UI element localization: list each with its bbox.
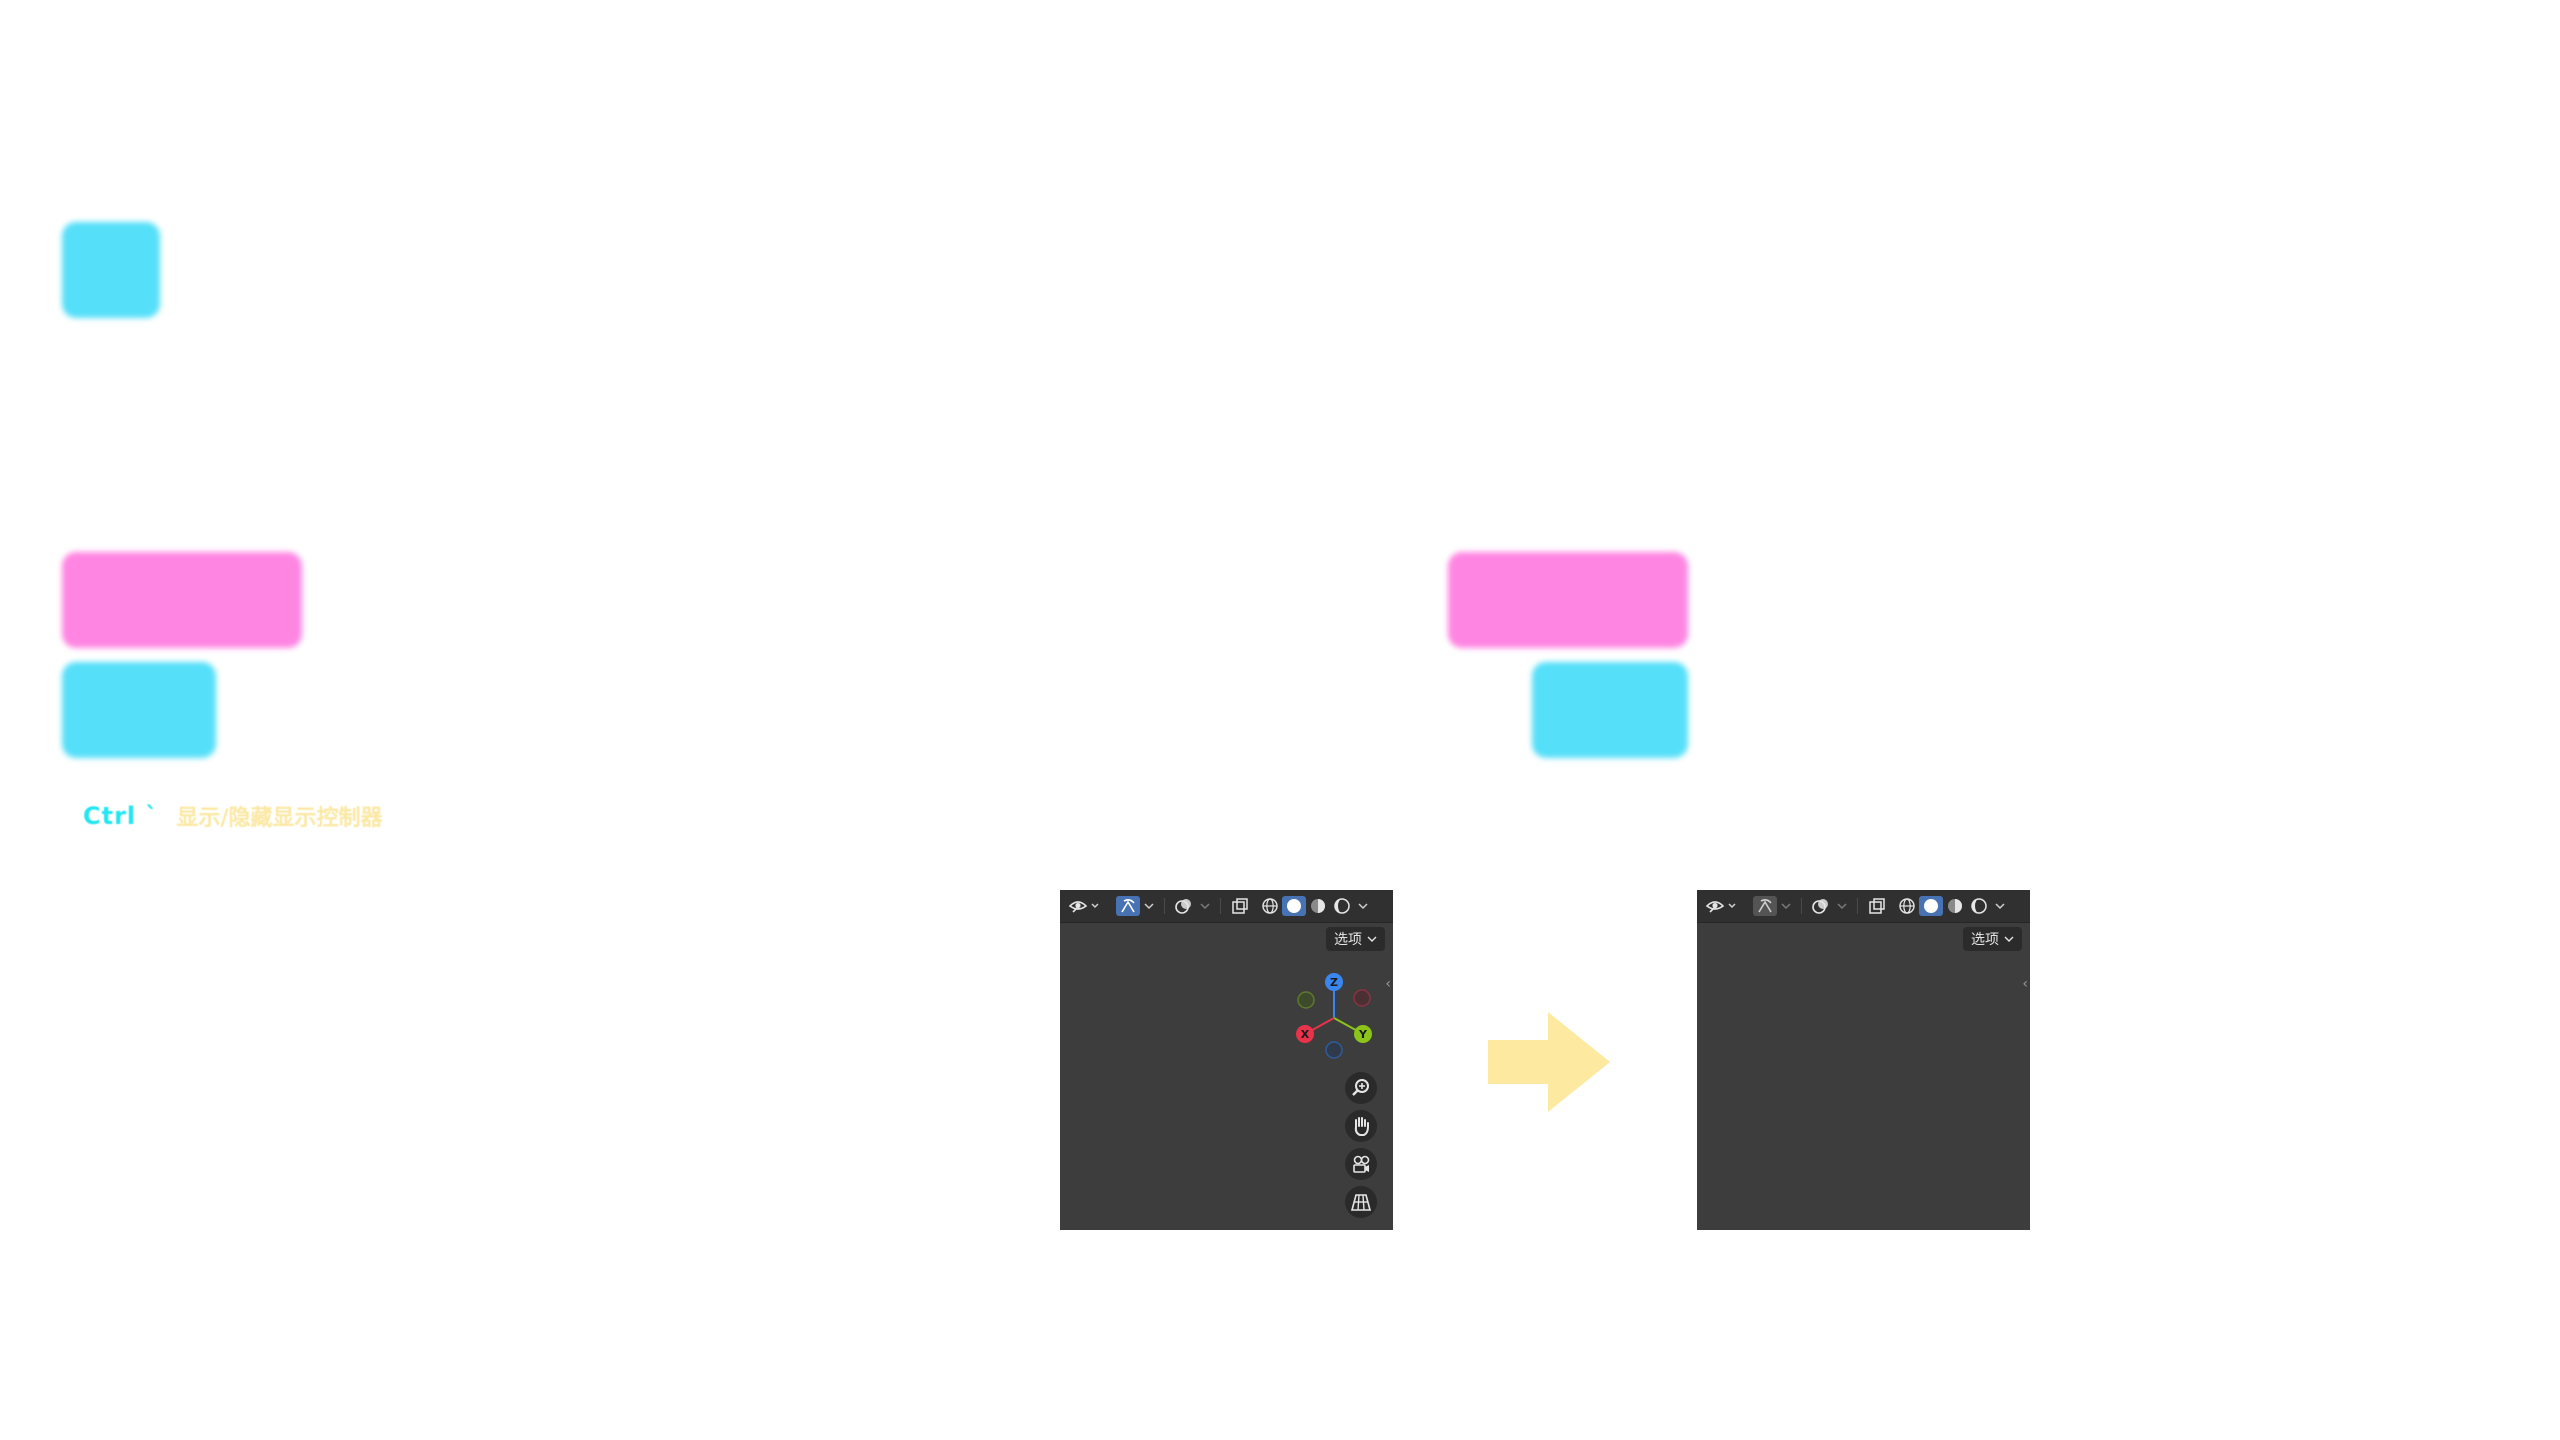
header-separator	[1857, 898, 1858, 914]
header-separator	[1220, 898, 1221, 914]
chevron-down-icon	[1367, 931, 1377, 947]
sidebar-toggle-chevron-icon[interactable]: ‹	[1385, 976, 1391, 992]
shading-material-icon[interactable]	[1306, 896, 1330, 916]
xray-toggle-icon[interactable]	[1865, 896, 1889, 916]
gizmo-toggle-icon[interactable]	[1116, 896, 1140, 916]
header-separator	[1801, 898, 1802, 914]
navigation-gizmo[interactable]: Z Y X	[1288, 972, 1380, 1064]
y-axis-label: Y	[1358, 1028, 1368, 1041]
shading-material-icon[interactable]	[1943, 896, 1967, 916]
gizmo-toggle-icon[interactable]	[1753, 896, 1777, 916]
xray-toggle-icon[interactable]	[1228, 896, 1252, 916]
transition-arrow-icon	[1488, 1012, 1610, 1112]
options-dropdown[interactable]: 选项	[1963, 927, 2022, 951]
shading-rendered-icon[interactable]	[1967, 896, 1991, 916]
options-dropdown[interactable]: 选项	[1326, 927, 1385, 951]
shading-solid-icon[interactable]	[1282, 896, 1306, 916]
neg-x-axis-handle	[1353, 989, 1371, 1007]
cyan-block-top	[62, 222, 160, 318]
header-separator	[1164, 898, 1165, 914]
sidebar-toggle-chevron-icon[interactable]: ‹	[2022, 976, 2028, 992]
zoom-icon[interactable]	[1345, 1072, 1377, 1104]
shading-dropdown-chevron-icon[interactable]	[1356, 896, 1370, 916]
viewport-before: 选项 ‹ Z Y X	[1060, 890, 1393, 1230]
pink-block-left	[62, 552, 302, 648]
overlay-dropdown-chevron-icon[interactable]	[1835, 896, 1849, 916]
z-axis-label: Z	[1330, 976, 1338, 989]
gizmo-dropdown-chevron-icon[interactable]	[1142, 896, 1156, 916]
camera-icon[interactable]	[1345, 1148, 1377, 1180]
cyan-block-left	[62, 662, 216, 758]
visibility-eye-icon[interactable]	[1705, 896, 1741, 916]
overlay-toggle-icon[interactable]	[1172, 896, 1196, 916]
options-label: 选项	[1971, 932, 1999, 948]
viewport-after: 选项 ‹	[1697, 890, 2030, 1230]
visibility-eye-icon[interactable]	[1068, 896, 1104, 916]
page: Ctrl ` 显示/隐藏显示控制器 选项 ‹ Z Y X 选项 ‹	[0, 0, 2560, 1440]
shortcut-key: Ctrl `	[83, 802, 159, 830]
shading-wireframe-icon[interactable]	[1895, 896, 1919, 916]
shading-rendered-icon[interactable]	[1330, 896, 1354, 916]
viewport-header	[1060, 890, 1393, 923]
shortcut-description: 显示/隐藏显示控制器	[176, 806, 383, 831]
shortcut-caption: Ctrl ` 显示/隐藏显示控制器	[83, 796, 383, 836]
pink-block-right	[1448, 552, 1688, 648]
hand-pan-icon[interactable]	[1345, 1110, 1377, 1142]
overlay-toggle-icon[interactable]	[1809, 896, 1833, 916]
overlay-dropdown-chevron-icon[interactable]	[1198, 896, 1212, 916]
chevron-down-icon	[2004, 931, 2014, 947]
shading-dropdown-chevron-icon[interactable]	[1993, 896, 2007, 916]
x-axis-label: X	[1301, 1028, 1310, 1041]
neg-y-axis-handle	[1297, 991, 1315, 1009]
grid-ortho-icon[interactable]	[1345, 1186, 1377, 1218]
options-label: 选项	[1334, 932, 1362, 948]
neg-z-axis-handle	[1325, 1041, 1343, 1059]
viewport-header	[1697, 890, 2030, 923]
shading-solid-icon[interactable]	[1919, 896, 1943, 916]
gizmo-dropdown-chevron-icon[interactable]	[1779, 896, 1793, 916]
shading-wireframe-icon[interactable]	[1258, 896, 1282, 916]
cyan-block-right	[1532, 662, 1688, 758]
